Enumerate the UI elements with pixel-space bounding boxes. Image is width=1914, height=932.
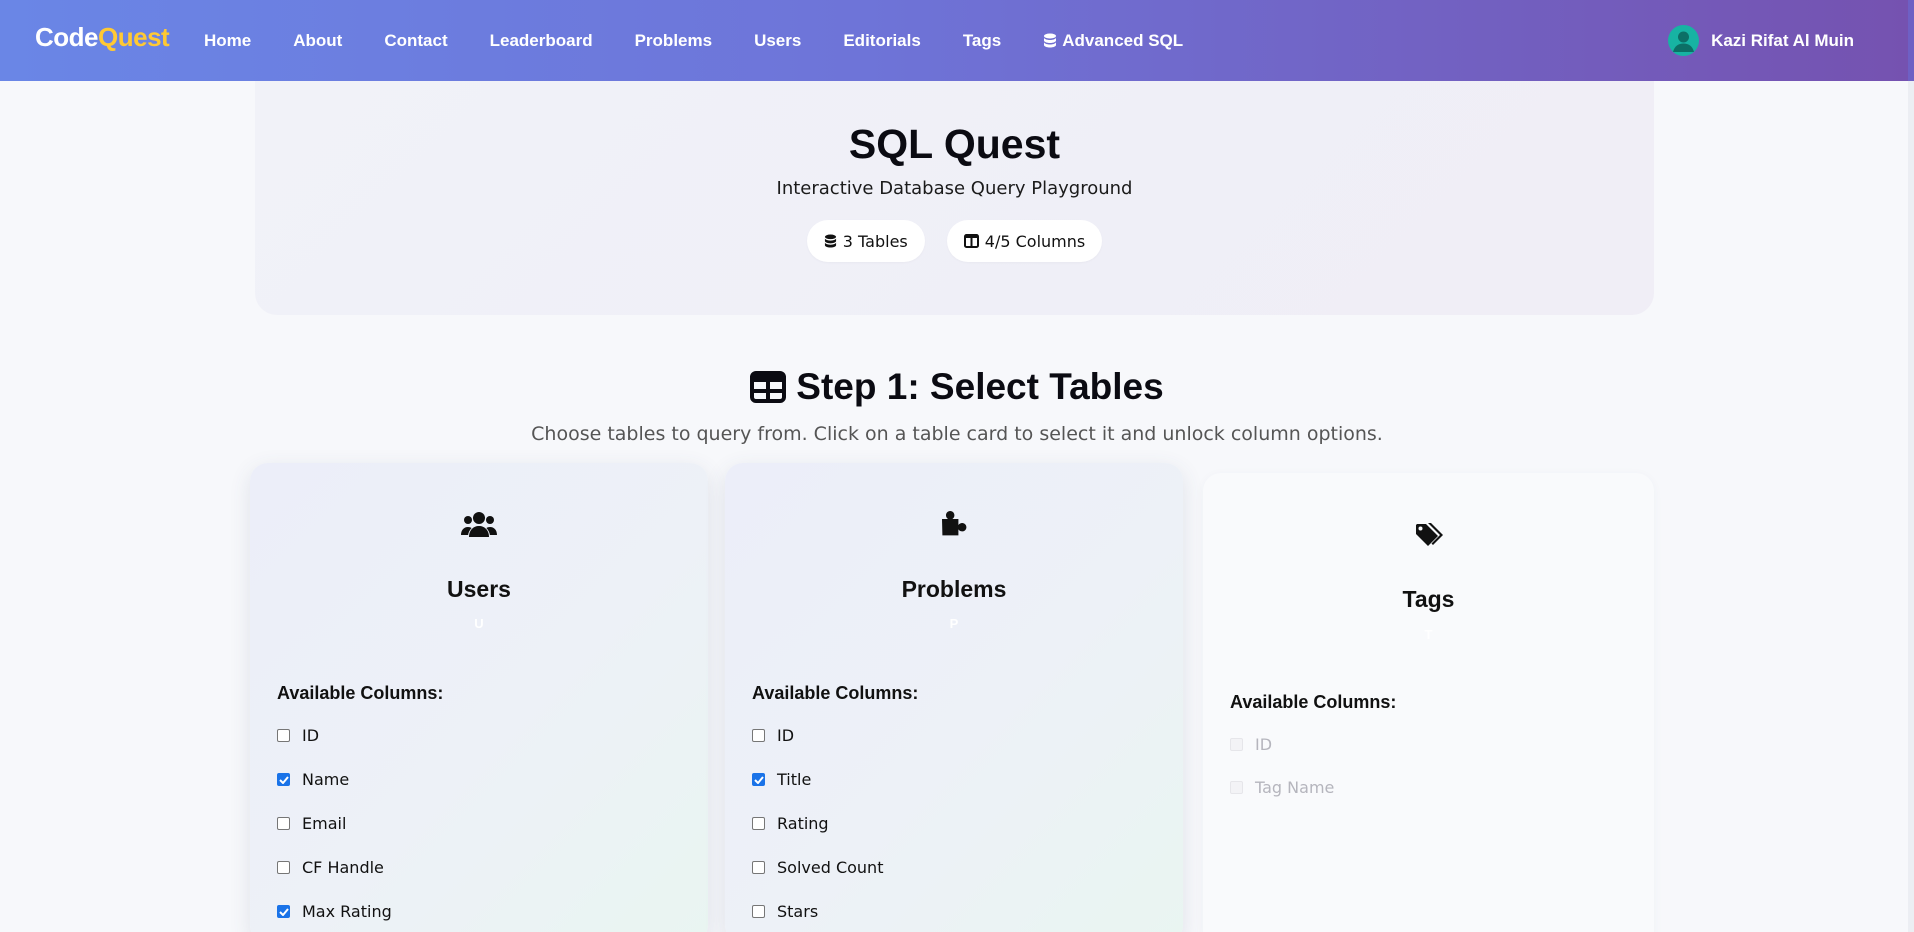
- card-table-name: Problems: [901, 576, 1007, 602]
- column-checkbox[interactable]: [277, 773, 290, 786]
- tags-icon: [1203, 522, 1654, 550]
- database-icon: [824, 234, 836, 248]
- column-checkbox[interactable]: [752, 729, 765, 742]
- column-label: Solved Count: [777, 858, 884, 877]
- available-columns-label: Available Columns:: [277, 683, 444, 703]
- brand-code: Code: [35, 22, 99, 52]
- tables-count-text: 3 Tables: [842, 231, 908, 251]
- column-label: ID: [1255, 735, 1273, 754]
- nav-contact[interactable]: Contact: [384, 31, 447, 51]
- column-option-tag-name: Tag Name: [1230, 778, 1334, 797]
- column-option-id[interactable]: ID: [277, 726, 319, 745]
- column-checkbox[interactable]: [752, 861, 765, 874]
- user-avatar-icon: [1668, 25, 1700, 56]
- column-label: Email: [302, 814, 347, 833]
- tables-count-badge: 3 Tables: [806, 220, 925, 262]
- column-option-id[interactable]: ID: [752, 726, 794, 745]
- nav-users[interactable]: Users: [754, 31, 801, 51]
- column-label: Rating: [777, 814, 829, 833]
- card-table-alias: T: [1424, 627, 1433, 642]
- columns-count-badge: 4/5 Columns: [946, 220, 1103, 262]
- columns-icon: [963, 234, 979, 248]
- check-icon: [753, 775, 764, 784]
- column-label: Name: [302, 770, 350, 789]
- column-option-title[interactable]: Title: [752, 770, 811, 789]
- column-checkbox: [1230, 781, 1243, 794]
- scrollbar-thumb[interactable]: [1908, 0, 1914, 81]
- brand-logo[interactable]: CodeQuest: [35, 22, 170, 53]
- column-label: Tag Name: [1255, 778, 1335, 797]
- step-description: Choose tables to query from. Click on a …: [531, 423, 1383, 445]
- card-table-name: Tags: [1402, 586, 1455, 612]
- stats-pills: 3 Tables 4/5 Columns: [255, 220, 1654, 262]
- table-icon: [750, 371, 787, 403]
- nav-links: Home About Contact Leaderboard Problems …: [204, 0, 1225, 81]
- user-name: Kazi Rifat Al Muin: [1711, 30, 1854, 50]
- columns-count-text: 4/5 Columns: [984, 231, 1086, 251]
- column-label: ID: [302, 726, 320, 745]
- column-option-email[interactable]: Email: [277, 814, 346, 833]
- column-option-cf-handle[interactable]: CF Handle: [277, 858, 384, 877]
- nav-advanced-sql[interactable]: Advanced SQL: [1043, 31, 1183, 51]
- column-option-solved-count[interactable]: Solved Count: [752, 858, 883, 877]
- card-table-alias: P: [949, 616, 959, 631]
- table-card-problems[interactable]: Problems P Available Columns: ID Title R…: [725, 463, 1183, 932]
- column-label: Stars: [777, 902, 819, 921]
- users-icon: [250, 510, 708, 540]
- table-card-tags[interactable]: Tags T Available Columns: ID Tag Name: [1203, 473, 1654, 932]
- column-checkbox: [1230, 738, 1243, 751]
- card-table-name: Users: [447, 576, 511, 602]
- column-checkbox[interactable]: [277, 817, 290, 830]
- column-option-id: ID: [1230, 735, 1272, 754]
- available-columns-label: Available Columns:: [1230, 692, 1397, 712]
- nav-home[interactable]: Home: [204, 31, 251, 51]
- check-icon: [278, 775, 289, 784]
- step-title: Step 1: Select Tables: [0, 366, 1914, 408]
- nav-advanced-sql-label: Advanced SQL: [1062, 30, 1184, 50]
- database-icon: [1044, 33, 1057, 47]
- nav-editorials[interactable]: Editorials: [843, 31, 920, 51]
- column-option-rating[interactable]: Rating: [752, 814, 829, 833]
- column-label: CF Handle: [302, 858, 384, 877]
- top-navbar: CodeQuest Home About Contact Leaderboard…: [0, 0, 1914, 81]
- user-menu[interactable]: Kazi Rifat Al Muin: [1668, 0, 1854, 81]
- column-checkbox[interactable]: [277, 729, 290, 742]
- column-checkbox[interactable]: [277, 861, 290, 874]
- card-table-alias: U: [474, 616, 484, 631]
- column-checkbox[interactable]: [752, 773, 765, 786]
- column-label: ID: [777, 726, 795, 745]
- column-checkbox[interactable]: [752, 817, 765, 830]
- column-checkbox[interactable]: [752, 905, 765, 918]
- table-card-users[interactable]: Users U Available Columns: ID Name Email…: [250, 463, 708, 932]
- step-title-text: Step 1: Select Tables: [796, 366, 1164, 407]
- column-label: Max Rating: [302, 902, 392, 921]
- column-label: Title: [777, 770, 812, 789]
- page-scrollbar[interactable]: [1908, 0, 1914, 932]
- hero-section: SQL Quest Interactive Database Query Pla…: [255, 81, 1654, 315]
- nav-about[interactable]: About: [293, 31, 342, 51]
- page-subtitle: Interactive Database Query Playground: [776, 178, 1133, 199]
- brand-quest: Quest: [98, 22, 170, 52]
- nav-tags[interactable]: Tags: [963, 31, 1001, 51]
- available-columns-label: Available Columns:: [752, 683, 919, 703]
- nav-problems[interactable]: Problems: [635, 31, 712, 51]
- column-option-stars[interactable]: Stars: [752, 902, 818, 921]
- check-icon: [278, 907, 289, 916]
- puzzle-icon: [725, 509, 1183, 539]
- column-option-max-rating[interactable]: Max Rating: [277, 902, 392, 921]
- column-option-name[interactable]: Name: [277, 770, 349, 789]
- column-checkbox[interactable]: [277, 905, 290, 918]
- nav-leaderboard[interactable]: Leaderboard: [490, 31, 593, 51]
- page-title: SQL Quest: [848, 121, 1061, 167]
